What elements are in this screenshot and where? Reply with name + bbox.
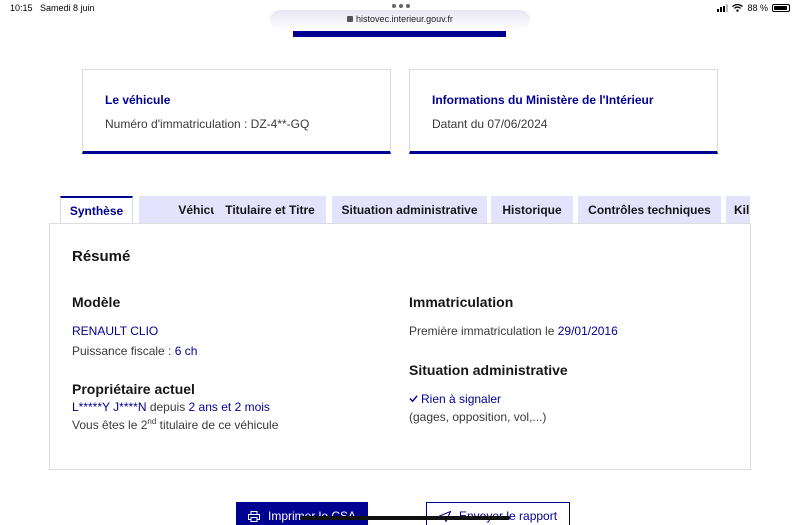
owner-since-label: depuis: [146, 400, 189, 414]
lock-icon: [347, 15, 354, 22]
owner-name: L*****Y J****N: [72, 400, 147, 414]
status-date: Samedi 8 juin: [40, 3, 95, 13]
tab-situation-administrative[interactable]: Situation administrative: [332, 196, 487, 224]
owner-rank-sup: nd: [147, 417, 157, 426]
fiscal-power-label: Puissance fiscale :: [72, 344, 175, 358]
status-indicators: 88 %: [717, 3, 790, 13]
summary-heading: Résumé: [72, 248, 131, 265]
tab-historique[interactable]: Historique: [491, 196, 573, 224]
print-csa-button[interactable]: Imprimer le CSA: [236, 502, 368, 525]
vehicle-card-title: Le véhicule: [105, 93, 171, 107]
check-icon: [409, 395, 418, 403]
signal-icon: [717, 4, 729, 12]
send-report-button[interactable]: Envoyer le rapport: [426, 502, 570, 525]
ministry-card-title: Informations du Ministère de l'Intérieur: [432, 93, 654, 107]
vehicle-card: Le véhicule Numéro d'immatriculation : D…: [82, 69, 391, 154]
tab-controles-techniques[interactable]: Contrôles techniques: [578, 196, 721, 224]
synthese-panel: Résumé Modèle RENAULT CLIO Puissance fis…: [49, 223, 751, 470]
admin-situation-heading: Situation administrative: [409, 362, 568, 378]
admin-detail: (gages, opposition, vol,...): [409, 410, 547, 424]
wifi-icon: [732, 4, 744, 12]
first-registration: Première immatriculation le 29/01/2016: [409, 324, 618, 338]
ministry-card: Informations du Ministère de l'Intérieur…: [409, 69, 718, 154]
admin-status-label: Rien à signaler: [421, 392, 502, 406]
owner-rank-prefix: Vous êtes le 2: [72, 418, 148, 432]
header-accent-bar: [293, 31, 506, 37]
tab-kilometrage[interactable]: Kil: [726, 196, 750, 224]
first-registration-label: Première immatriculation le: [409, 324, 558, 338]
owner-rank-suffix: titulaire de ce véhicule: [156, 418, 279, 432]
model-heading: Modèle: [72, 294, 121, 310]
tab-bar: Synthèse Véhicule Titulaire et Titre Sit…: [60, 196, 750, 224]
owner-since-value: 2 ans et 2 mois: [188, 400, 270, 414]
battery-percent: 88 %: [747, 3, 768, 13]
owner-rank: Vous êtes le 2nd titulaire de ce véhicul…: [72, 417, 278, 432]
tab-synthese[interactable]: Synthèse: [60, 196, 133, 224]
url-text[interactable]: histovec.interieur.gouv.fr: [0, 14, 800, 24]
tab-titulaire[interactable]: Titulaire et Titre: [214, 196, 326, 224]
battery-icon: [772, 4, 790, 12]
vehicle-card-text: Numéro d'immatriculation : DZ-4**-GQ: [105, 117, 310, 131]
fiscal-power-value: 6 ch: [174, 344, 198, 358]
ministry-card-text: Datant du 07/06/2024: [432, 117, 548, 131]
home-indicator[interactable]: [300, 516, 510, 520]
model-name: RENAULT CLIO: [72, 324, 159, 338]
fiscal-power: Puissance fiscale : 6 ch: [72, 344, 197, 358]
owner-info: L*****Y J****N depuis 2 ans et 2 mois: [72, 400, 270, 414]
admin-status: Rien à signaler: [409, 392, 501, 406]
printer-icon: [248, 510, 260, 522]
first-registration-date: 29/01/2016: [557, 324, 618, 338]
registration-heading: Immatriculation: [409, 294, 514, 310]
url-label: histovec.interieur.gouv.fr: [356, 14, 453, 24]
owner-heading: Propriétaire actuel: [72, 381, 195, 397]
status-time: 10:15: [10, 3, 33, 13]
tab-switcher-dots[interactable]: [392, 4, 410, 8]
